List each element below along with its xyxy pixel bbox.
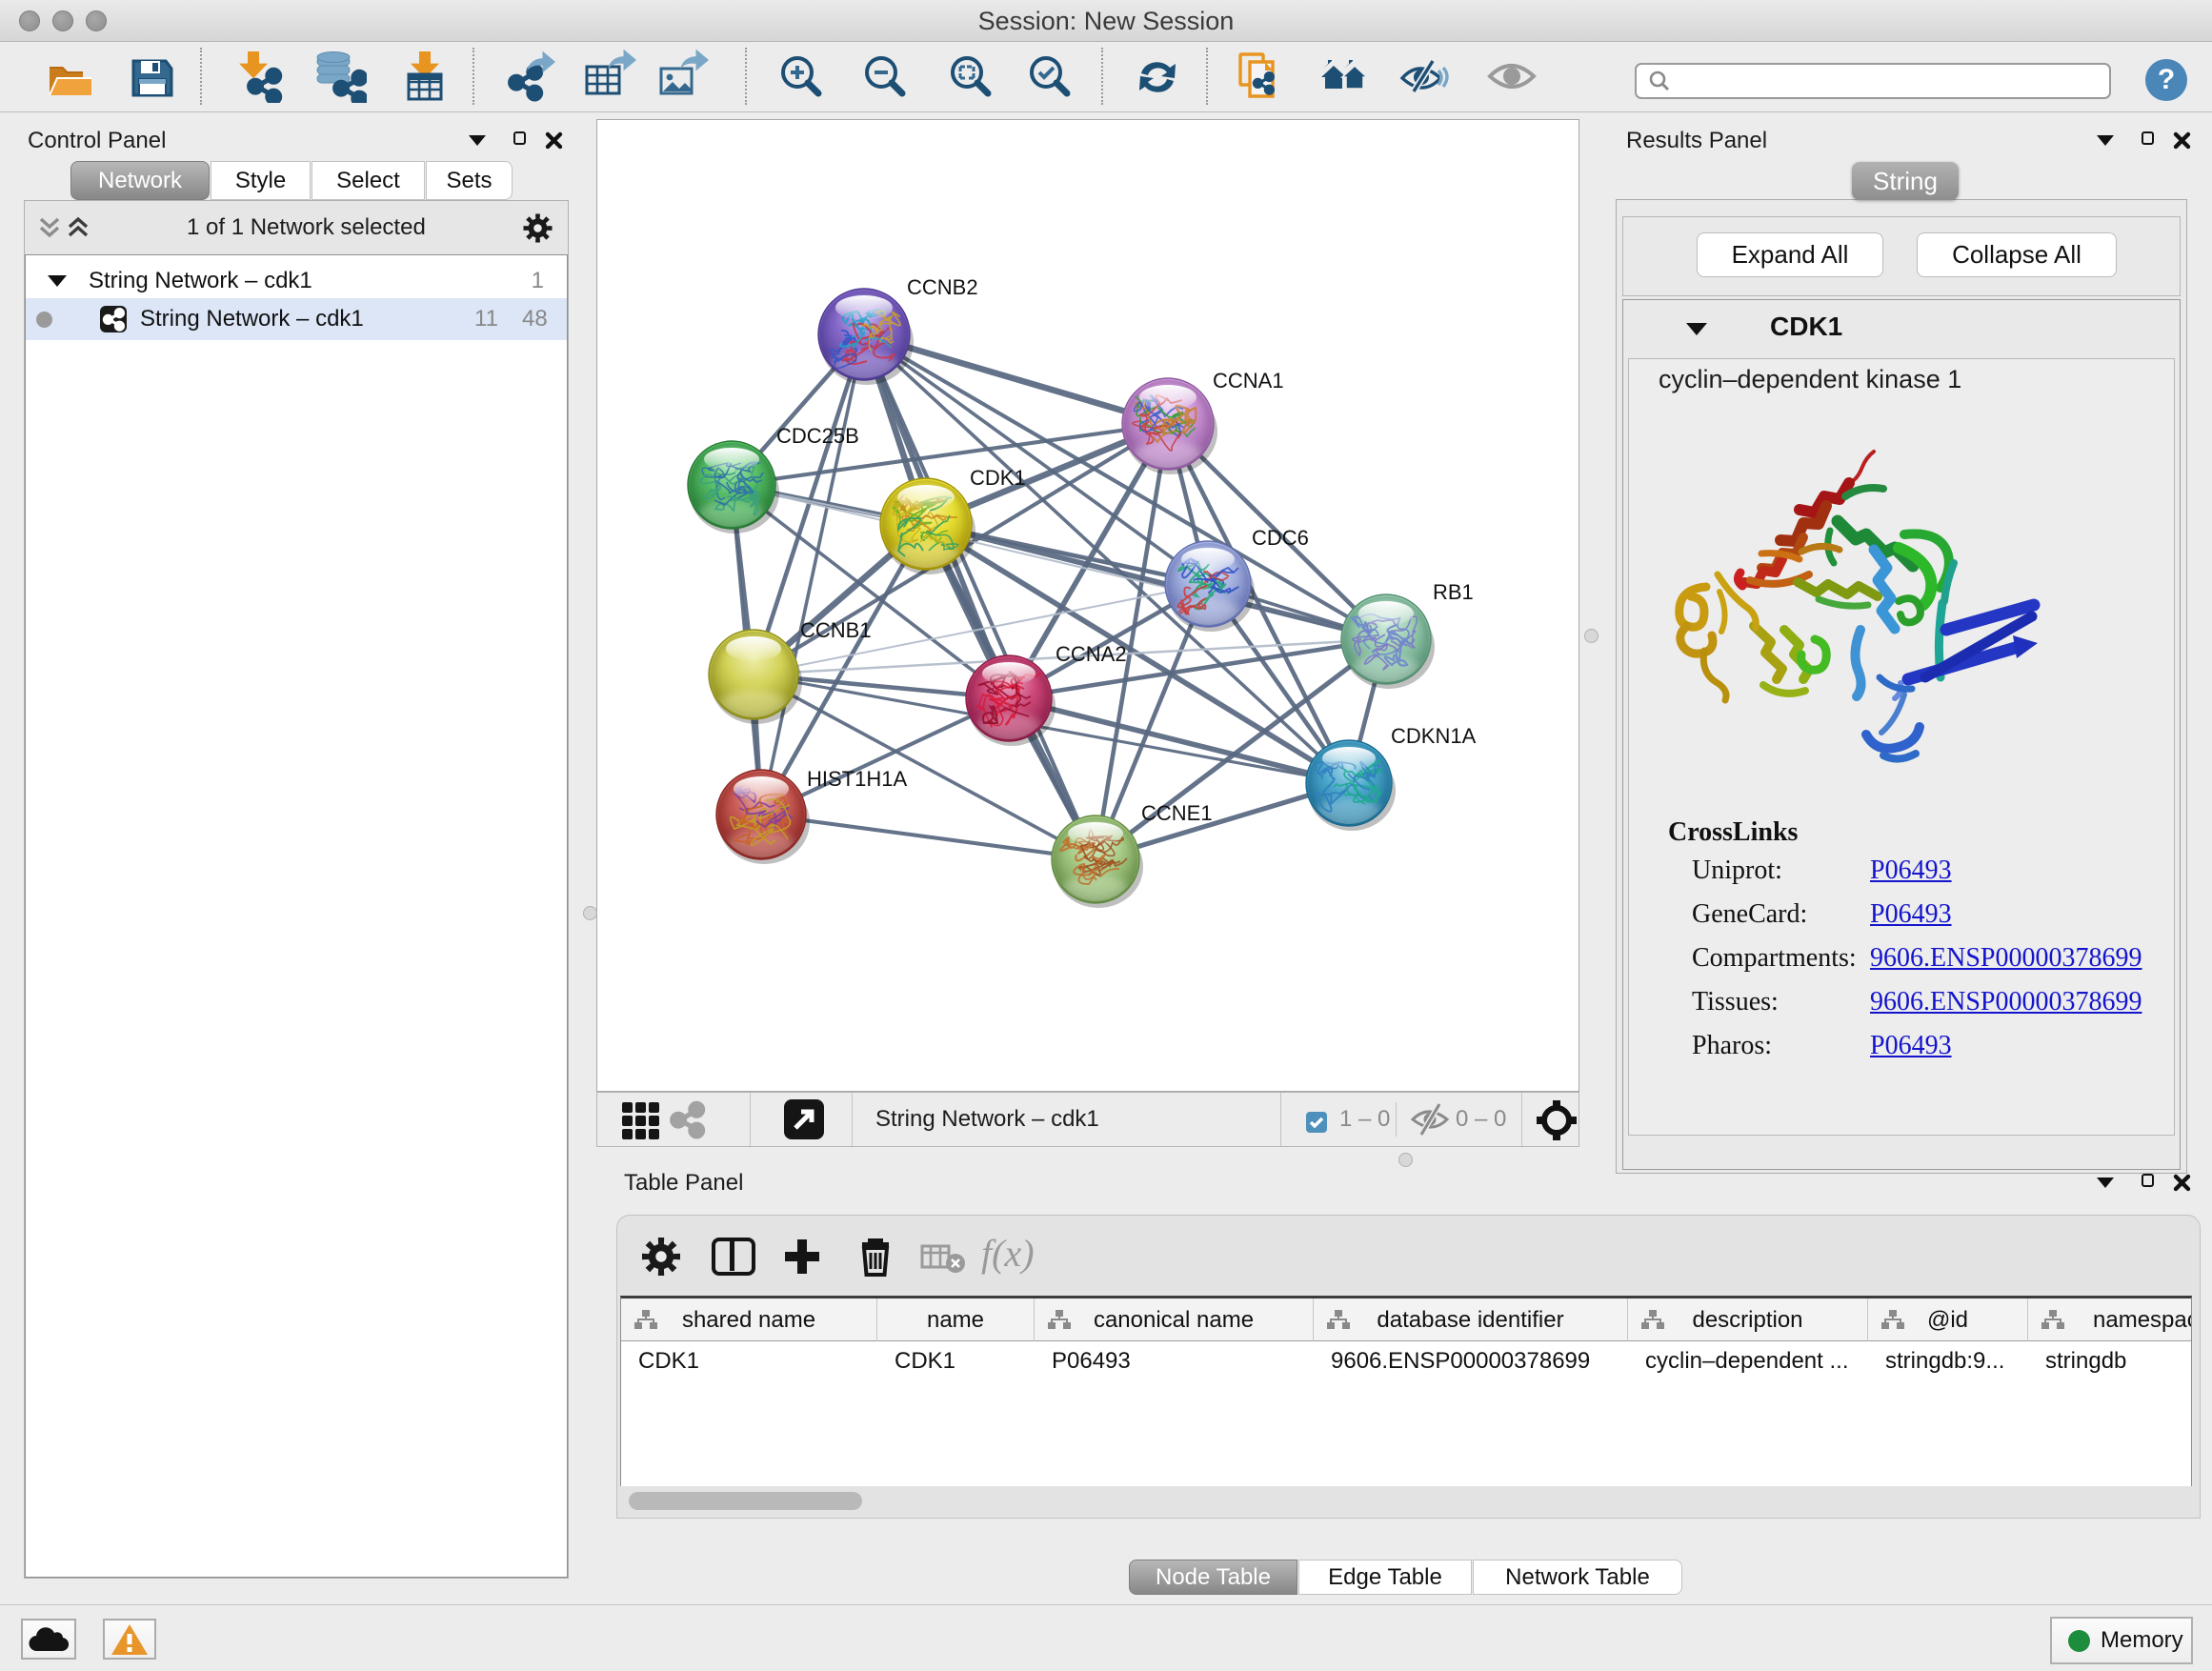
svg-text:CCNE1: CCNE1 [1141, 801, 1213, 825]
svg-text:CCNB2: CCNB2 [907, 275, 978, 299]
svg-text:CDC25B: CDC25B [776, 424, 859, 448]
svg-text:HIST1H1A: HIST1H1A [807, 767, 907, 791]
svg-text:CCNB1: CCNB1 [800, 618, 872, 642]
svg-text:CDC6: CDC6 [1252, 526, 1309, 550]
svg-text:CDK1: CDK1 [970, 466, 1026, 490]
svg-text:CCNA2: CCNA2 [1056, 642, 1127, 666]
svg-text:CCNA1: CCNA1 [1213, 369, 1284, 393]
svg-text:CDKN1A: CDKN1A [1391, 724, 1477, 748]
svg-text:RB1: RB1 [1433, 580, 1474, 604]
svg-text:?: ? [2158, 64, 2175, 95]
